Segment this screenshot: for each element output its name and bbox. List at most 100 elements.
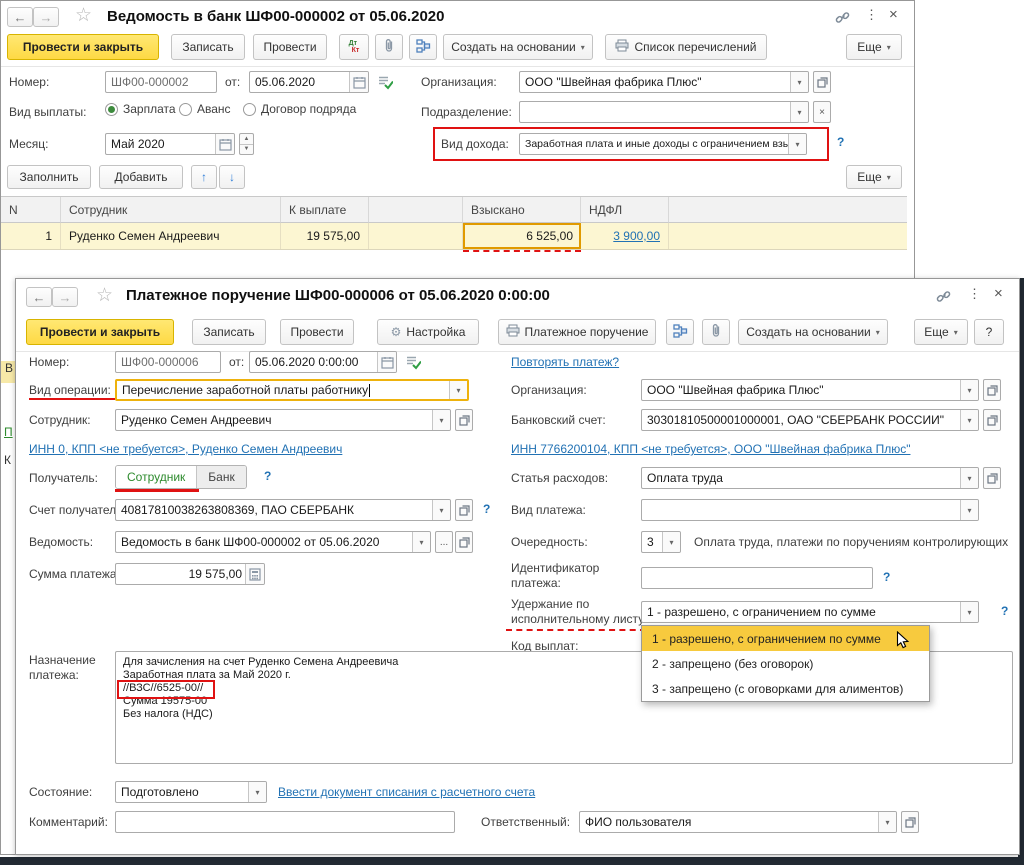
- forward-button[interactable]: →: [52, 287, 78, 307]
- add-button[interactable]: Добавить: [99, 165, 183, 189]
- chevron-down-icon[interactable]: ▾: [960, 500, 978, 520]
- chevron-down-icon[interactable]: ▾: [432, 410, 450, 430]
- calendar-icon[interactable]: [349, 72, 368, 92]
- number-field[interactable]: ШФ00-000006: [115, 351, 221, 373]
- open-icon[interactable]: [813, 71, 831, 93]
- col-header-blank2[interactable]: [669, 197, 907, 223]
- payment-order-print-button[interactable]: Платежное поручение: [498, 319, 656, 345]
- open-icon[interactable]: [983, 379, 1001, 401]
- transfer-list-button[interactable]: Список перечислений: [605, 34, 767, 60]
- col-header-n[interactable]: N: [1, 197, 61, 223]
- create-based-on-button[interactable]: Создать на основании▾: [738, 319, 888, 345]
- table-row-cell-n[interactable]: 1: [1, 223, 61, 249]
- dropdown-item-2[interactable]: 2 - запрещено (без оговорок): [642, 651, 929, 676]
- radio-avans[interactable]: Аванс: [179, 102, 231, 116]
- withholding-combo[interactable]: 1 - разрешено, с ограничением по сумме ▾: [641, 601, 979, 623]
- post-and-close-button[interactable]: Провести и закрыть: [7, 34, 159, 60]
- col-header-employee[interactable]: Сотрудник: [61, 197, 281, 223]
- tab-employee[interactable]: Сотрудник: [116, 466, 196, 488]
- calendar-icon[interactable]: [377, 352, 396, 372]
- chevron-down-icon[interactable]: ▾: [878, 812, 896, 832]
- spinner-up-icon[interactable]: ▲: [240, 134, 253, 144]
- open-icon[interactable]: [455, 409, 473, 431]
- employee-combo[interactable]: Руденко Семен Андреевич ▾: [115, 409, 451, 431]
- col-header-blank[interactable]: [369, 197, 463, 223]
- dtkt-button[interactable]: ДтКт: [339, 34, 369, 60]
- payer-inn-link[interactable]: ИНН 7766200104, КПП <не требуется>, ООО …: [511, 442, 910, 456]
- open-icon[interactable]: [455, 499, 473, 521]
- payee-inn-link[interactable]: ИНН 0, КПП <не требуется>, Руденко Семен…: [29, 442, 342, 456]
- more-button[interactable]: Еще▾: [914, 319, 968, 345]
- chevron-down-icon[interactable]: ▾: [790, 102, 808, 122]
- calculator-icon[interactable]: [245, 564, 264, 584]
- expense-item-combo[interactable]: Оплата труда ▾: [641, 467, 979, 489]
- attachments-button[interactable]: [702, 319, 730, 345]
- ndfl-link[interactable]: 3 900,00: [613, 229, 660, 243]
- dropdown-item-3[interactable]: 3 - запрещено (с оговорками для алименто…: [642, 676, 929, 701]
- month-field[interactable]: Май 2020: [105, 133, 235, 155]
- get-link-icon[interactable]: [835, 10, 850, 25]
- repeat-payment-link[interactable]: Повторять платеж?: [511, 355, 619, 369]
- fill-check-icon[interactable]: [377, 74, 393, 90]
- bank-account-combo[interactable]: 30301810500001000001, ОАО "СБЕРБАНК РОСС…: [641, 409, 979, 431]
- month-spinner[interactable]: ▲▼: [239, 133, 254, 155]
- col-header-to-pay[interactable]: К выплате: [281, 197, 369, 223]
- tab-bank[interactable]: Банк: [196, 466, 245, 488]
- favorite-star-icon[interactable]: ☆: [75, 4, 92, 27]
- operation-type-combo[interactable]: Перечисление заработной платы работнику …: [115, 379, 469, 401]
- organization-combo[interactable]: ООО "Швейная фабрика Плюс" ▾: [641, 379, 979, 401]
- chevron-down-icon[interactable]: ▾: [662, 532, 680, 552]
- radio-dogovor[interactable]: Договор подряда: [243, 102, 356, 116]
- chevron-down-icon[interactable]: ▾: [449, 381, 467, 399]
- department-combo[interactable]: ▾: [519, 101, 809, 123]
- payment-kind-combo[interactable]: ▾: [641, 499, 979, 521]
- table-row-cell-blank[interactable]: [369, 223, 463, 249]
- dropdown-item-1[interactable]: 1 - разрешено, с ограничением по сумме: [642, 626, 929, 651]
- forward-button[interactable]: →: [33, 7, 59, 27]
- more-button[interactable]: Еще▾: [846, 34, 902, 60]
- open-icon[interactable]: [983, 409, 1001, 431]
- attachments-button[interactable]: [375, 34, 403, 60]
- responsible-combo[interactable]: ФИО пользователя ▾: [579, 811, 897, 833]
- table-row-cell-ndfl[interactable]: 3 900,00: [581, 223, 669, 249]
- chevron-down-icon[interactable]: ▾: [960, 410, 978, 430]
- open-icon[interactable]: [901, 811, 919, 833]
- close-icon[interactable]: ×: [889, 6, 898, 23]
- create-based-on-button[interactable]: Создать на основании▾: [443, 34, 593, 60]
- ellipsis-button[interactable]: ...: [435, 531, 453, 553]
- chevron-down-icon[interactable]: ▾: [960, 602, 978, 622]
- enter-debit-document-link[interactable]: Ввести документ списания с расчетного сч…: [278, 785, 535, 799]
- chevron-down-icon[interactable]: ▾: [790, 72, 808, 92]
- help-icon[interactable]: ?: [483, 502, 490, 516]
- save-button[interactable]: Записать: [171, 34, 245, 60]
- chevron-down-icon[interactable]: ▾: [788, 134, 806, 154]
- payment-id-field[interactable]: [641, 567, 873, 589]
- state-combo[interactable]: Подготовлено ▾: [115, 781, 267, 803]
- move-up-button[interactable]: ↑: [191, 165, 217, 189]
- chevron-down-icon[interactable]: ▾: [960, 380, 978, 400]
- save-button[interactable]: Записать: [192, 319, 266, 345]
- date-field[interactable]: 05.06.2020: [249, 71, 369, 93]
- col-header-collected[interactable]: Взыскано: [463, 197, 581, 223]
- post-and-close-button[interactable]: Провести и закрыть: [26, 319, 174, 345]
- fill-check-icon[interactable]: [405, 354, 421, 370]
- open-icon[interactable]: [455, 531, 473, 553]
- calendar-icon[interactable]: [215, 134, 234, 154]
- help-icon[interactable]: ?: [837, 135, 844, 149]
- chevron-down-icon[interactable]: ▾: [432, 500, 450, 520]
- income-type-combo[interactable]: Заработная плата и иные доходы с огранич…: [519, 133, 807, 155]
- number-field[interactable]: ШФ00-000002: [105, 71, 217, 93]
- table-row-cell-to-pay[interactable]: 19 575,00: [281, 223, 369, 249]
- table-row-cell-collected[interactable]: 6 525,00: [463, 223, 581, 249]
- chevron-down-icon[interactable]: ▾: [248, 782, 266, 802]
- post-button[interactable]: Провести: [253, 34, 327, 60]
- favorite-star-icon[interactable]: ☆: [96, 284, 113, 307]
- table-row-cell-blank2[interactable]: [669, 223, 907, 249]
- structure-button[interactable]: [666, 319, 694, 345]
- table-row-cell-employee[interactable]: Руденко Семен Андреевич: [61, 223, 281, 249]
- statement-combo[interactable]: Ведомость в банк ШФ00-000002 от 05.06.20…: [115, 531, 431, 553]
- back-button[interactable]: ←: [26, 287, 52, 307]
- post-button[interactable]: Провести: [280, 319, 354, 345]
- structure-button[interactable]: [409, 34, 437, 60]
- move-down-button[interactable]: ↓: [219, 165, 245, 189]
